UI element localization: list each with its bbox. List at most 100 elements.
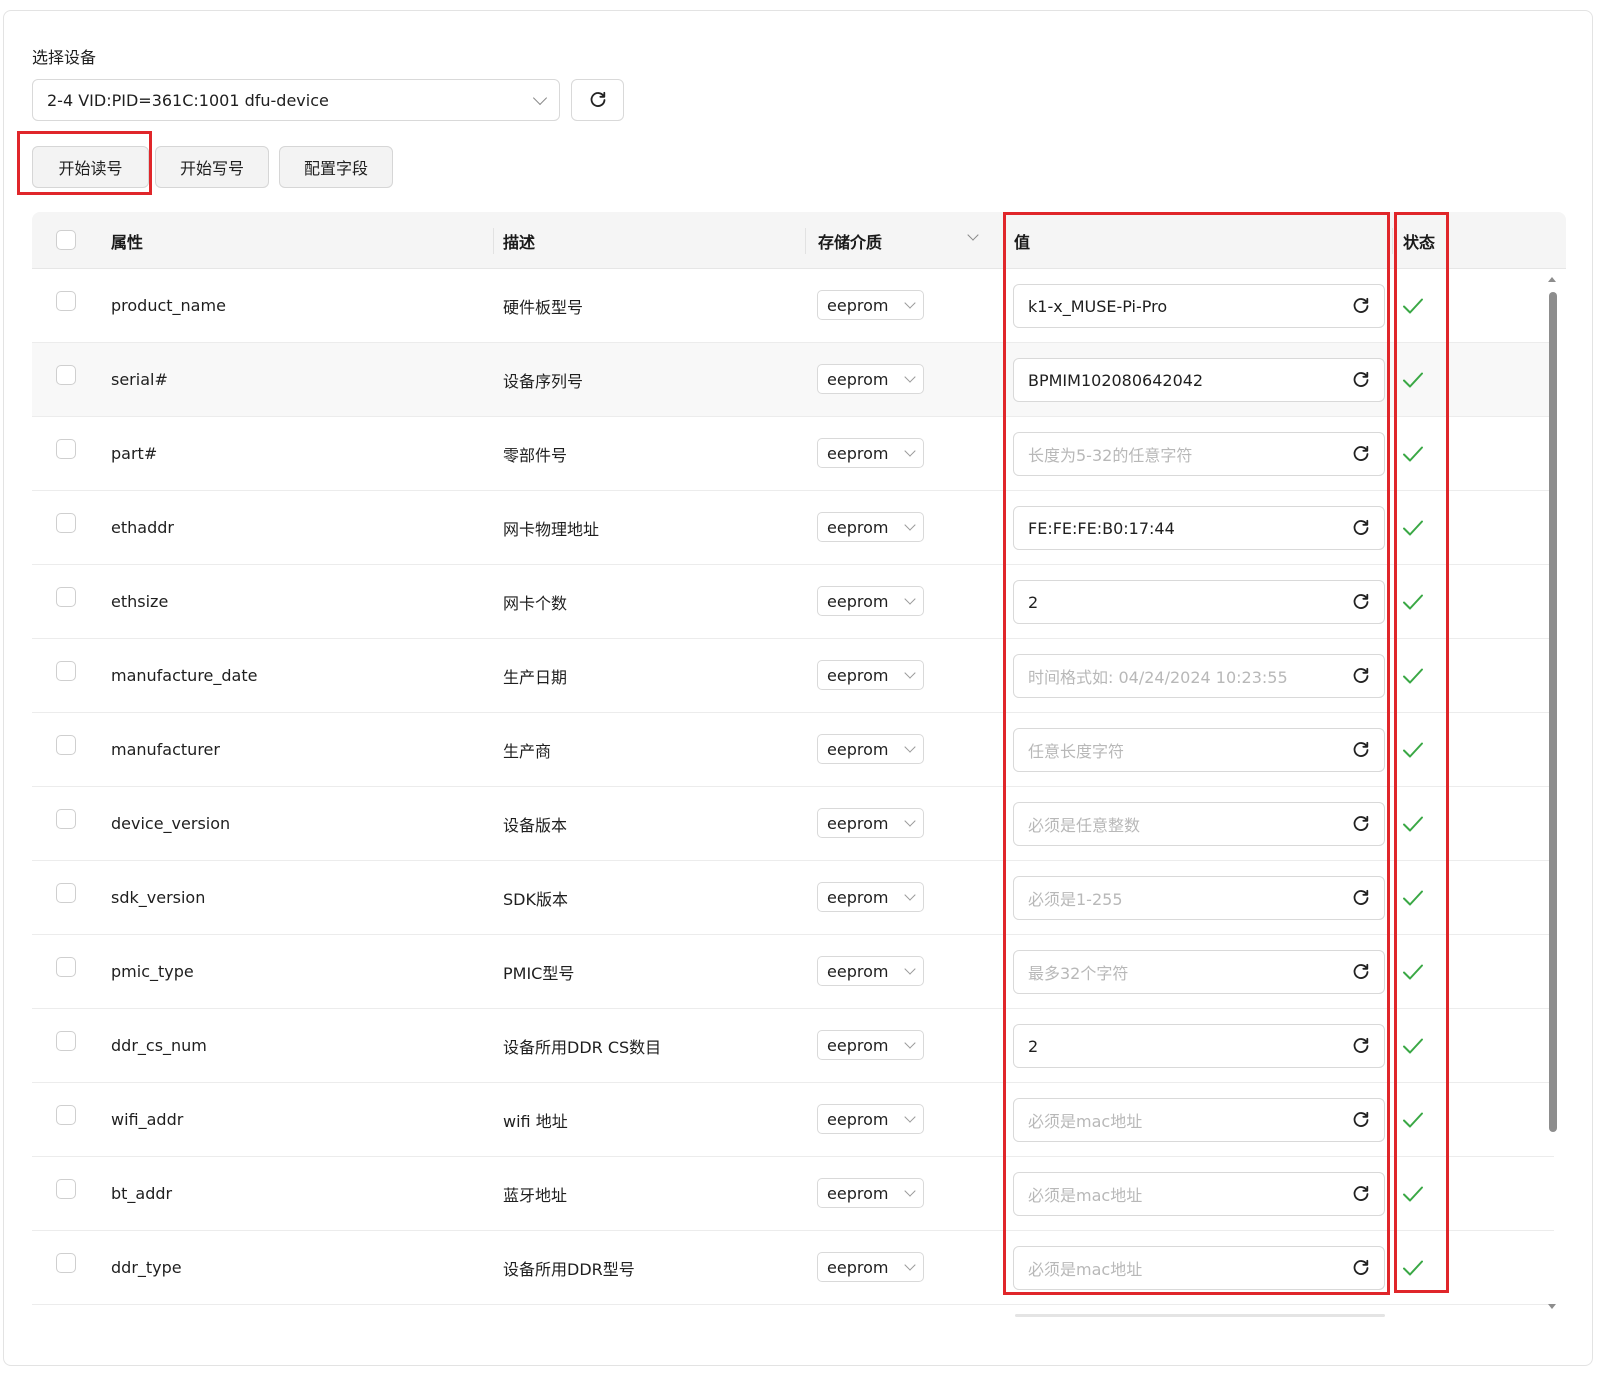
row-description: 零部件号 xyxy=(503,445,568,465)
row-checkbox[interactable] xyxy=(56,1031,76,1051)
row-checkbox[interactable] xyxy=(56,291,76,311)
value-text: 必须是mac地址 xyxy=(1028,1260,1143,1279)
config-fields-button[interactable]: 配置字段 xyxy=(279,146,393,188)
media-select[interactable]: eeprom xyxy=(817,364,924,394)
reset-value-button[interactable] xyxy=(1352,741,1370,759)
check-icon xyxy=(1403,742,1423,758)
chevron-down-icon xyxy=(904,518,916,531)
value-input[interactable]: FE:FE:FE:B0:17:44 xyxy=(1013,506,1385,550)
row-description: 设备所用DDR型号 xyxy=(503,1259,635,1279)
refresh-icon xyxy=(1352,1037,1370,1055)
value-input[interactable]: 2 xyxy=(1013,580,1385,624)
reset-value-button[interactable] xyxy=(1352,963,1370,981)
check-icon xyxy=(1403,1112,1423,1128)
header-media[interactable]: 存储介质 xyxy=(818,212,882,269)
row-checkbox[interactable] xyxy=(56,883,76,903)
row-checkbox[interactable] xyxy=(56,957,76,977)
row-checkbox[interactable] xyxy=(56,1105,76,1125)
refresh-icon xyxy=(1352,519,1370,537)
value-input[interactable]: 必须是mac地址 xyxy=(1013,1172,1385,1216)
start-read-button[interactable]: 开始读号 xyxy=(32,146,149,188)
reset-value-button[interactable] xyxy=(1352,1259,1370,1277)
media-select[interactable]: eeprom xyxy=(817,808,924,838)
reset-value-button[interactable] xyxy=(1352,593,1370,611)
reset-value-button[interactable] xyxy=(1352,667,1370,685)
media-select[interactable]: eeprom xyxy=(817,1104,924,1134)
value-input[interactable]: 必须是mac地址 xyxy=(1013,1098,1385,1142)
scroll-up-arrow-icon[interactable] xyxy=(1548,277,1556,282)
row-attribute: wifi_addr xyxy=(111,1110,184,1129)
row-checkbox[interactable] xyxy=(56,1179,76,1199)
chevron-down-icon xyxy=(904,1110,916,1123)
media-select[interactable]: eeprom xyxy=(817,882,924,912)
row-checkbox[interactable] xyxy=(56,587,76,607)
row-attribute: serial# xyxy=(111,370,168,389)
scrollbar-thumb[interactable] xyxy=(1549,292,1557,1132)
row-checkbox[interactable] xyxy=(56,735,76,755)
row-description: 设备版本 xyxy=(503,815,568,835)
row-checkbox[interactable] xyxy=(56,513,76,533)
check-icon xyxy=(1403,298,1423,314)
value-input[interactable]: 2 xyxy=(1013,1024,1385,1068)
row-description: 生产商 xyxy=(503,741,552,761)
media-select[interactable]: eeprom xyxy=(817,956,924,986)
media-select[interactable]: eeprom xyxy=(817,1030,924,1060)
chevron-down-icon xyxy=(904,666,916,679)
scroll-down-arrow-icon[interactable] xyxy=(1548,1304,1556,1309)
table-row: device_version 设备版本 eeprom 必须是任意整数 xyxy=(32,787,1554,861)
value-input[interactable]: 长度为5-32的任意字符 xyxy=(1013,432,1385,476)
media-filter-chevron-icon[interactable] xyxy=(967,229,979,241)
start-write-button[interactable]: 开始写号 xyxy=(155,146,269,188)
media-select[interactable]: eeprom xyxy=(817,290,924,320)
row-description: 设备序列号 xyxy=(503,371,584,391)
media-select[interactable]: eeprom xyxy=(817,1252,924,1282)
row-attribute: part# xyxy=(111,444,158,463)
value-input[interactable]: 必须是任意整数 xyxy=(1013,802,1385,846)
reset-value-button[interactable] xyxy=(1352,445,1370,463)
value-input[interactable]: 时间格式如: 04/24/2024 10:23:55 xyxy=(1013,654,1385,698)
value-input[interactable]: k1-x_MUSE-Pi-Pro xyxy=(1013,284,1385,328)
row-attribute: manufacture_date xyxy=(111,666,258,685)
chevron-down-icon xyxy=(904,1258,916,1271)
media-select[interactable]: eeprom xyxy=(817,734,924,764)
reset-value-button[interactable] xyxy=(1352,1111,1370,1129)
media-select[interactable]: eeprom xyxy=(817,1178,924,1208)
reset-value-button[interactable] xyxy=(1352,371,1370,389)
value-text: 2 xyxy=(1028,1036,1039,1056)
value-input[interactable]: 必须是mac地址 xyxy=(1013,1246,1385,1290)
refresh-devices-button[interactable] xyxy=(571,79,624,121)
media-select[interactable]: eeprom xyxy=(817,660,924,690)
refresh-icon xyxy=(1352,445,1370,463)
row-attribute: manufacturer xyxy=(111,740,220,759)
row-description: wifi 地址 xyxy=(503,1111,568,1131)
row-description: 硬件板型号 xyxy=(503,297,584,317)
reset-value-button[interactable] xyxy=(1352,815,1370,833)
device-select[interactable]: 2-4 VID:PID=361C:1001 dfu-device xyxy=(32,79,560,121)
row-checkbox[interactable] xyxy=(56,661,76,681)
value-text: FE:FE:FE:B0:17:44 xyxy=(1028,518,1175,538)
media-select-value: eeprom xyxy=(827,443,889,463)
table-row: bt_addr 蓝牙地址 eeprom 必须是mac地址 xyxy=(32,1157,1554,1231)
reset-value-button[interactable] xyxy=(1352,519,1370,537)
value-input[interactable]: 任意长度字符 xyxy=(1013,728,1385,772)
device-select-value: 2-4 VID:PID=361C:1001 dfu-device xyxy=(47,90,329,110)
row-attribute: ddr_type xyxy=(111,1258,182,1277)
row-checkbox[interactable] xyxy=(56,809,76,829)
value-input[interactable]: BPMIM102080642042 xyxy=(1013,358,1385,402)
value-text: 必须是1-255 xyxy=(1028,890,1123,909)
select-all-checkbox[interactable] xyxy=(56,230,76,250)
media-select[interactable]: eeprom xyxy=(817,512,924,542)
check-icon xyxy=(1403,446,1423,462)
reset-value-button[interactable] xyxy=(1352,297,1370,315)
media-select[interactable]: eeprom xyxy=(817,438,924,468)
row-attribute: device_version xyxy=(111,814,231,833)
reset-value-button[interactable] xyxy=(1352,1185,1370,1203)
media-select[interactable]: eeprom xyxy=(817,586,924,616)
reset-value-button[interactable] xyxy=(1352,1037,1370,1055)
reset-value-button[interactable] xyxy=(1352,889,1370,907)
row-checkbox[interactable] xyxy=(56,1253,76,1273)
row-checkbox[interactable] xyxy=(56,439,76,459)
row-checkbox[interactable] xyxy=(56,365,76,385)
value-input[interactable]: 必须是1-255 xyxy=(1013,876,1385,920)
value-input[interactable]: 最多32个字符 xyxy=(1013,950,1385,994)
